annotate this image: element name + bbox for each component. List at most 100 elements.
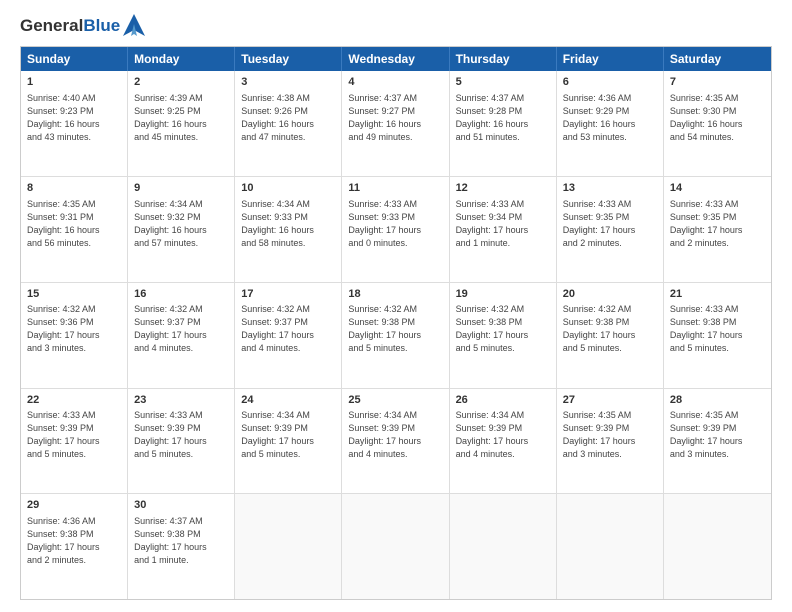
day-cell-18: 18Sunrise: 4:32 AM Sunset: 9:38 PM Dayli…	[342, 283, 449, 388]
day-info: Sunrise: 4:33 AM Sunset: 9:39 PM Dayligh…	[134, 409, 228, 461]
day-number: 14	[670, 181, 765, 196]
day-number: 21	[670, 287, 765, 302]
day-number: 12	[456, 181, 550, 196]
logo-container: GeneralBlue	[20, 16, 145, 36]
calendar-body: 1 Sunrise: 4:40 AM Sunset: 9:23 PM Daylig…	[21, 71, 771, 599]
day-number: 30	[134, 498, 228, 513]
page: GeneralBlue SundayMondayTuesdayWednesday…	[0, 0, 792, 612]
day-number: 1	[27, 75, 121, 90]
day-cell-10: 10 Sunrise: 4:34 AM Sunset: 9:33 PM Dayli…	[235, 177, 342, 282]
day-cell-11: 11 Sunrise: 4:33 AM Sunset: 9:33 PM Dayli…	[342, 177, 449, 282]
header-cell-tuesday: Tuesday	[235, 47, 342, 71]
empty-cell-4-6	[664, 494, 771, 599]
day-info: Sunrise: 4:32 AM Sunset: 9:37 PM Dayligh…	[241, 303, 335, 355]
day-cell-23: 23Sunrise: 4:33 AM Sunset: 9:39 PM Dayli…	[128, 389, 235, 494]
day-cell-9: 9Sunrise: 4:34 AM Sunset: 9:32 PM Daylig…	[128, 177, 235, 282]
day-cell-8: 8 Sunrise: 4:35 AM Sunset: 9:31 PM Daylig…	[21, 177, 128, 282]
day-info: Sunrise: 4:33 AM Sunset: 9:35 PM Dayligh…	[563, 198, 657, 250]
day-info: Sunrise: 4:33 AM Sunset: 9:35 PM Dayligh…	[670, 198, 765, 250]
header: GeneralBlue	[20, 16, 772, 36]
day-cell-24: 24Sunrise: 4:34 AM Sunset: 9:39 PM Dayli…	[235, 389, 342, 494]
day-number: 27	[563, 393, 657, 408]
day-info: Sunrise: 4:32 AM Sunset: 9:38 PM Dayligh…	[348, 303, 442, 355]
header-cell-sunday: Sunday	[21, 47, 128, 71]
day-info: Sunrise: 4:34 AM Sunset: 9:33 PM Dayligh…	[241, 198, 335, 250]
day-number: 22	[27, 393, 121, 408]
day-info: Sunrise: 4:33 AM Sunset: 9:39 PM Dayligh…	[27, 409, 121, 461]
day-number: 17	[241, 287, 335, 302]
day-cell-3: 3Sunrise: 4:38 AM Sunset: 9:26 PM Daylig…	[235, 71, 342, 176]
day-number: 19	[456, 287, 550, 302]
header-cell-wednesday: Wednesday	[342, 47, 449, 71]
day-info: Sunrise: 4:35 AM Sunset: 9:39 PM Dayligh…	[670, 409, 765, 461]
calendar: SundayMondayTuesdayWednesdayThursdayFrid…	[20, 46, 772, 600]
day-cell-22: 22Sunrise: 4:33 AM Sunset: 9:39 PM Dayli…	[21, 389, 128, 494]
day-info: Sunrise: 4:32 AM Sunset: 9:38 PM Dayligh…	[456, 303, 550, 355]
day-cell-16: 16Sunrise: 4:32 AM Sunset: 9:37 PM Dayli…	[128, 283, 235, 388]
day-cell-2: 2Sunrise: 4:39 AM Sunset: 9:25 PM Daylig…	[128, 71, 235, 176]
calendar-row-3: 22Sunrise: 4:33 AM Sunset: 9:39 PM Dayli…	[21, 389, 771, 495]
day-number: 11	[348, 181, 442, 196]
day-info: Sunrise: 4:34 AM Sunset: 9:39 PM Dayligh…	[456, 409, 550, 461]
day-number: 8	[27, 181, 121, 196]
day-number: 18	[348, 287, 442, 302]
day-cell-27: 27Sunrise: 4:35 AM Sunset: 9:39 PM Dayli…	[557, 389, 664, 494]
day-info: Sunrise: 4:40 AM Sunset: 9:23 PM Dayligh…	[27, 92, 121, 144]
day-number: 4	[348, 75, 442, 90]
day-cell-1: 1 Sunrise: 4:40 AM Sunset: 9:23 PM Daylig…	[21, 71, 128, 176]
day-number: 13	[563, 181, 657, 196]
day-cell-4: 4 Sunrise: 4:37 AM Sunset: 9:27 PM Daylig…	[342, 71, 449, 176]
day-cell-19: 19Sunrise: 4:32 AM Sunset: 9:38 PM Dayli…	[450, 283, 557, 388]
day-info: Sunrise: 4:32 AM Sunset: 9:37 PM Dayligh…	[134, 303, 228, 355]
day-info: Sunrise: 4:34 AM Sunset: 9:39 PM Dayligh…	[241, 409, 335, 461]
day-number: 10	[241, 181, 335, 196]
day-cell-20: 20Sunrise: 4:32 AM Sunset: 9:38 PM Dayli…	[557, 283, 664, 388]
day-info: Sunrise: 4:32 AM Sunset: 9:38 PM Dayligh…	[563, 303, 657, 355]
day-cell-14: 14 Sunrise: 4:33 AM Sunset: 9:35 PM Dayli…	[664, 177, 771, 282]
day-info: Sunrise: 4:39 AM Sunset: 9:25 PM Dayligh…	[134, 92, 228, 144]
day-number: 23	[134, 393, 228, 408]
day-info: Sunrise: 4:35 AM Sunset: 9:30 PM Dayligh…	[670, 92, 765, 144]
day-info: Sunrise: 4:37 AM Sunset: 9:38 PM Dayligh…	[134, 515, 228, 567]
logo-general-text: General	[20, 16, 83, 35]
header-cell-friday: Friday	[557, 47, 664, 71]
calendar-row-4: 29Sunrise: 4:36 AM Sunset: 9:38 PM Dayli…	[21, 494, 771, 599]
day-cell-21: 21Sunrise: 4:33 AM Sunset: 9:38 PM Dayli…	[664, 283, 771, 388]
day-number: 15	[27, 287, 121, 302]
calendar-row-0: 1 Sunrise: 4:40 AM Sunset: 9:23 PM Daylig…	[21, 71, 771, 177]
day-info: Sunrise: 4:33 AM Sunset: 9:33 PM Dayligh…	[348, 198, 442, 250]
day-cell-30: 30 Sunrise: 4:37 AM Sunset: 9:38 PM Dayli…	[128, 494, 235, 599]
day-info: Sunrise: 4:35 AM Sunset: 9:39 PM Dayligh…	[563, 409, 657, 461]
day-cell-26: 26Sunrise: 4:34 AM Sunset: 9:39 PM Dayli…	[450, 389, 557, 494]
day-info: Sunrise: 4:37 AM Sunset: 9:27 PM Dayligh…	[348, 92, 442, 144]
day-info: Sunrise: 4:33 AM Sunset: 9:38 PM Dayligh…	[670, 303, 765, 355]
day-info: Sunrise: 4:32 AM Sunset: 9:36 PM Dayligh…	[27, 303, 121, 355]
logo: GeneralBlue	[20, 16, 145, 36]
empty-cell-4-2	[235, 494, 342, 599]
day-cell-5: 5 Sunrise: 4:37 AM Sunset: 9:28 PM Daylig…	[450, 71, 557, 176]
day-info: Sunrise: 4:36 AM Sunset: 9:38 PM Dayligh…	[27, 515, 121, 567]
day-number: 25	[348, 393, 442, 408]
day-number: 24	[241, 393, 335, 408]
day-number: 9	[134, 181, 228, 196]
day-cell-17: 17Sunrise: 4:32 AM Sunset: 9:37 PM Dayli…	[235, 283, 342, 388]
day-number: 3	[241, 75, 335, 90]
logo-arrow-icon	[123, 14, 145, 36]
day-number: 5	[456, 75, 550, 90]
header-cell-thursday: Thursday	[450, 47, 557, 71]
day-number: 6	[563, 75, 657, 90]
day-cell-13: 13 Sunrise: 4:33 AM Sunset: 9:35 PM Dayli…	[557, 177, 664, 282]
calendar-row-2: 15Sunrise: 4:32 AM Sunset: 9:36 PM Dayli…	[21, 283, 771, 389]
calendar-header: SundayMondayTuesdayWednesdayThursdayFrid…	[21, 47, 771, 71]
day-cell-7: 7Sunrise: 4:35 AM Sunset: 9:30 PM Daylig…	[664, 71, 771, 176]
day-info: Sunrise: 4:37 AM Sunset: 9:28 PM Dayligh…	[456, 92, 550, 144]
logo-blue-text: Blue	[83, 16, 120, 35]
day-info: Sunrise: 4:36 AM Sunset: 9:29 PM Dayligh…	[563, 92, 657, 144]
day-info: Sunrise: 4:33 AM Sunset: 9:34 PM Dayligh…	[456, 198, 550, 250]
day-info: Sunrise: 4:35 AM Sunset: 9:31 PM Dayligh…	[27, 198, 121, 250]
day-number: 20	[563, 287, 657, 302]
empty-cell-4-5	[557, 494, 664, 599]
day-cell-12: 12 Sunrise: 4:33 AM Sunset: 9:34 PM Dayli…	[450, 177, 557, 282]
day-cell-15: 15Sunrise: 4:32 AM Sunset: 9:36 PM Dayli…	[21, 283, 128, 388]
day-cell-29: 29Sunrise: 4:36 AM Sunset: 9:38 PM Dayli…	[21, 494, 128, 599]
